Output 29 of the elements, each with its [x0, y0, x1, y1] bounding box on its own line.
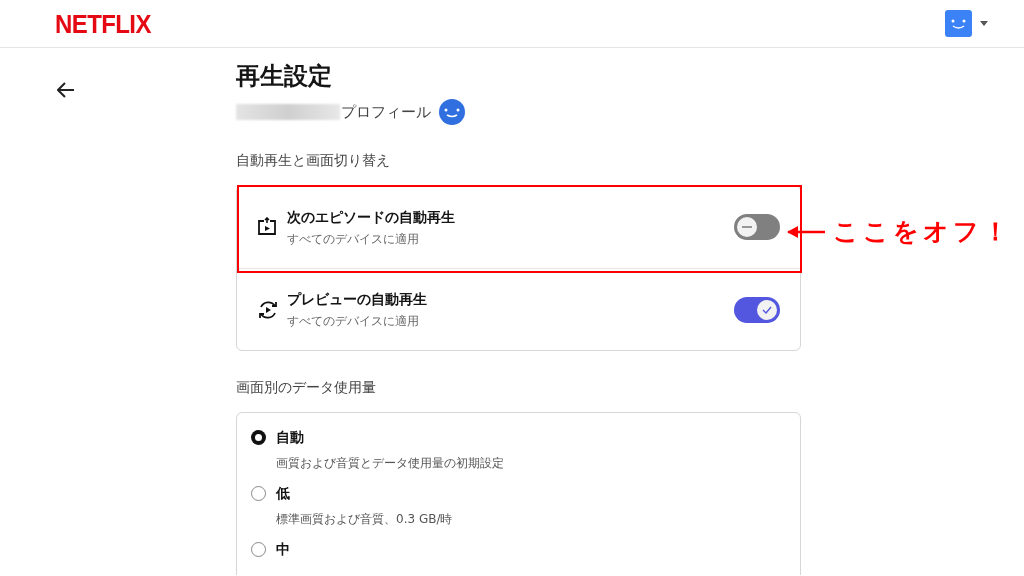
- option-label: 自動: [276, 428, 304, 447]
- section-heading: 画面別のデータ使用量: [236, 378, 377, 397]
- profile-avatar-icon: [439, 99, 465, 125]
- setting-subtitle: すべてのデバイスに適用: [287, 230, 420, 248]
- caret-icon[interactable]: [980, 21, 988, 26]
- minus-icon: [742, 226, 752, 228]
- option-description: 画質および音質とデータ使用量の初期設定: [276, 455, 505, 472]
- avatar-icon[interactable]: [945, 10, 972, 37]
- radio-button[interactable]: [251, 486, 266, 501]
- pointer-arrow: [787, 224, 825, 239]
- section-heading: 自動再生と画面切り替え: [236, 151, 391, 170]
- option-label: 中: [276, 540, 290, 559]
- option-description: 標準画質および音質、0.3 GB/時: [276, 511, 454, 528]
- back-arrow-icon[interactable]: [57, 82, 75, 98]
- toggle-switch[interactable]: [734, 296, 780, 323]
- toggle-switch[interactable]: [734, 214, 780, 240]
- episode-play-icon: [257, 217, 277, 237]
- setting-subtitle: すべてのデバイスに適用: [287, 313, 420, 330]
- netflix-logo[interactable]: NETFLIX: [55, 3, 151, 44]
- radio-button[interactable]: [251, 542, 266, 557]
- annotation-text: ここをオフ！: [833, 216, 1012, 248]
- page-title: 再生設定: [236, 61, 333, 92]
- radio-button[interactable]: [251, 430, 266, 445]
- option-label: 低: [276, 484, 290, 503]
- setting-title: 次のエピソードの自動再生: [287, 207, 456, 227]
- profile-label: プロフィール: [341, 101, 431, 123]
- refresh-play-icon: [257, 298, 279, 321]
- check-icon: [762, 305, 772, 314]
- setting-title: プレビューの自動再生: [287, 290, 428, 309]
